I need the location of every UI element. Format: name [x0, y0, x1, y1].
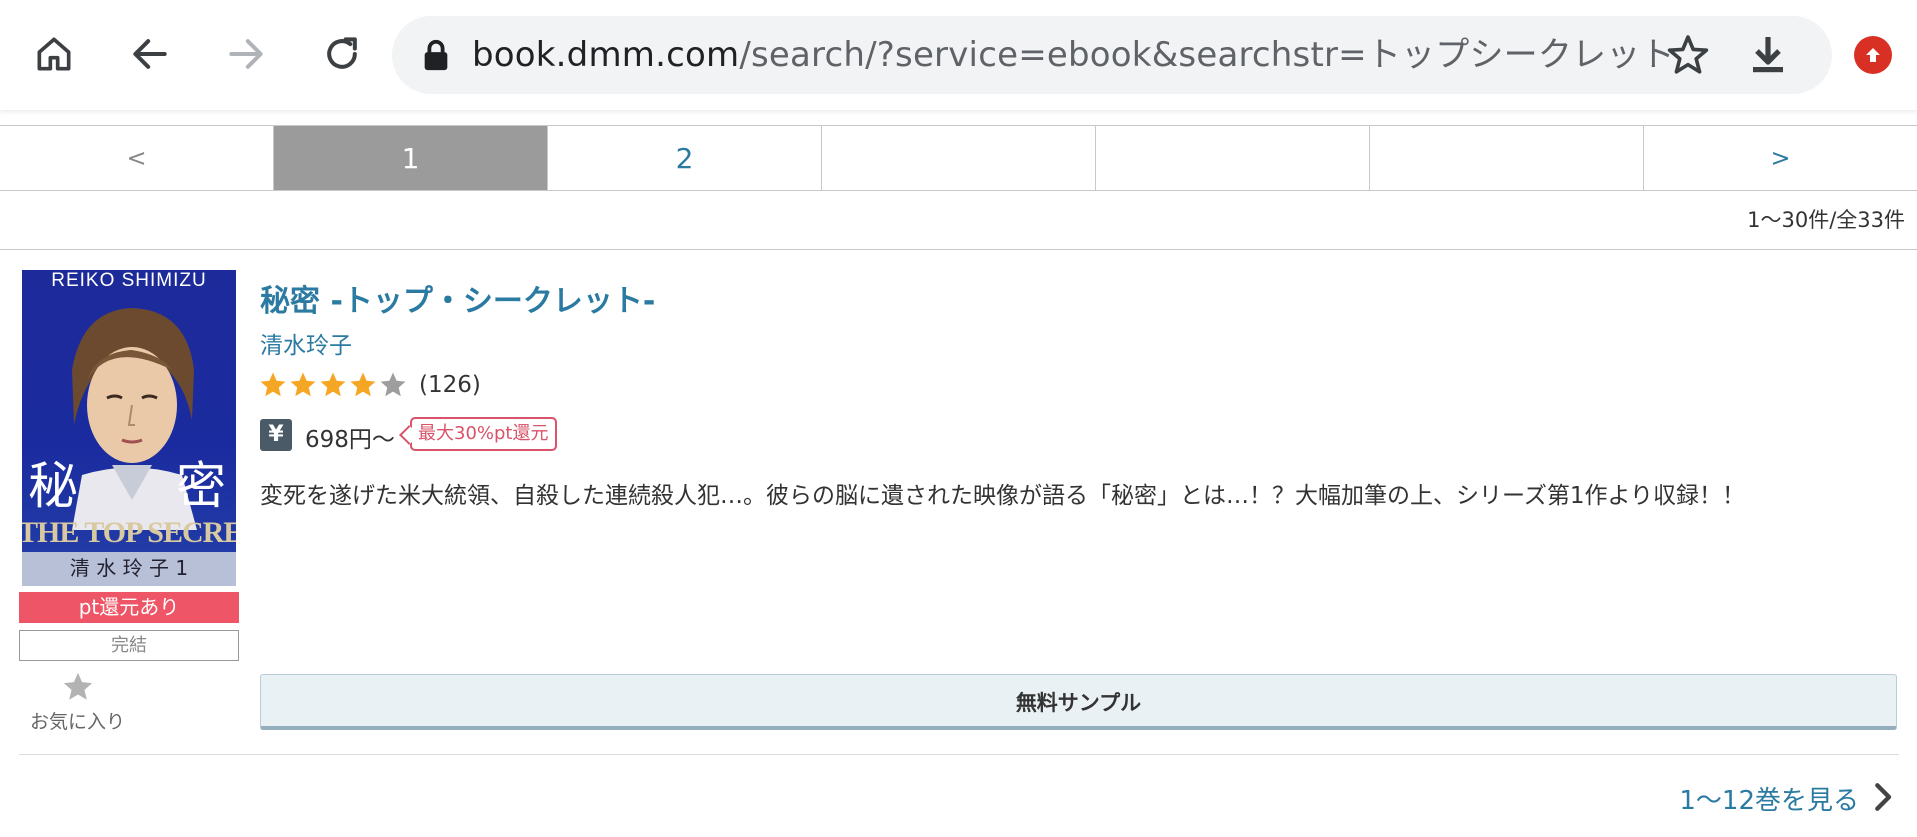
star-filled-icon: [290, 372, 316, 397]
see-volumes-link[interactable]: 1〜12巻を見る: [1679, 780, 1859, 817]
star-filled-icon: [260, 372, 286, 397]
book-description: 変死を遂げた米大統領、自殺した連続殺人犯…。彼らの脳に遺された映像が語る「秘密」…: [260, 483, 1746, 509]
cover-title: THE TOP SECRET: [22, 516, 236, 549]
pagination: < 1 2 >: [0, 125, 1917, 191]
lock-icon: [424, 39, 448, 71]
reload-icon[interactable]: [310, 22, 374, 86]
pt-return-tag: 最大30%pt還元: [410, 417, 557, 451]
address-bar[interactable]: book.dmm.com/search/?service=ebook&searc…: [392, 16, 1832, 94]
pagination-prev[interactable]: <: [0, 126, 274, 190]
pagination-page-1[interactable]: 1: [274, 126, 548, 190]
review-count[interactable]: (126): [419, 372, 481, 398]
price: 698円〜: [305, 427, 395, 453]
divider: [0, 249, 1917, 250]
free-sample-button[interactable]: 無料サンプル: [260, 674, 1897, 730]
rating-stars: [258, 370, 408, 400]
yen-icon: ¥: [260, 419, 292, 451]
pagination-empty-4: [1096, 126, 1370, 190]
pagination-page-2[interactable]: 2: [548, 126, 822, 190]
browser-toolbar: book.dmm.com/search/?service=ebook&searc…: [0, 0, 1917, 110]
favorite-star-icon[interactable]: [60, 670, 96, 704]
favorite-label[interactable]: お気に入り: [30, 707, 125, 734]
url-text[interactable]: book.dmm.com/search/?service=ebook&searc…: [472, 16, 1675, 94]
cover-author: REIKO SHIMIZU: [51, 270, 207, 291]
star-filled-icon: [320, 372, 346, 397]
pagination-next[interactable]: >: [1644, 126, 1917, 190]
download-icon[interactable]: [1744, 31, 1792, 79]
cover-volume: 清 水 玲 子 1: [22, 552, 236, 586]
back-icon[interactable]: [118, 22, 182, 86]
cover-kanji-right: 密: [176, 457, 226, 515]
book-cover[interactable]: REIKO SHIMIZU 秘 密 THE TOP SECRET 清 水 玲 子…: [22, 270, 236, 586]
url-path: /search/?service=ebook&searchstr=トップシークレ…: [739, 35, 1675, 75]
pagination-empty-3: [822, 126, 1096, 190]
book-author-link[interactable]: 清水玲子: [260, 326, 352, 360]
star-empty-icon: [380, 372, 406, 397]
book-title-link[interactable]: 秘密 -トップ・シークレット-: [260, 276, 655, 320]
chevron-right-icon[interactable]: [1872, 782, 1896, 812]
pagination-empty-5: [1370, 126, 1644, 190]
cover-kanji-left: 秘: [28, 457, 78, 515]
star-filled-icon: [350, 372, 376, 397]
result-count: 1〜30件/全33件: [1747, 208, 1905, 232]
url-host: book.dmm.com: [472, 35, 740, 75]
pt-return-badge: pt還元あり: [19, 592, 239, 623]
bookmark-star-icon[interactable]: [1664, 31, 1712, 79]
home-icon[interactable]: [22, 22, 86, 86]
forward-icon[interactable]: [214, 22, 278, 86]
divider: [19, 754, 1899, 755]
update-icon[interactable]: [1854, 36, 1892, 74]
completed-badge: 完結: [19, 630, 239, 661]
